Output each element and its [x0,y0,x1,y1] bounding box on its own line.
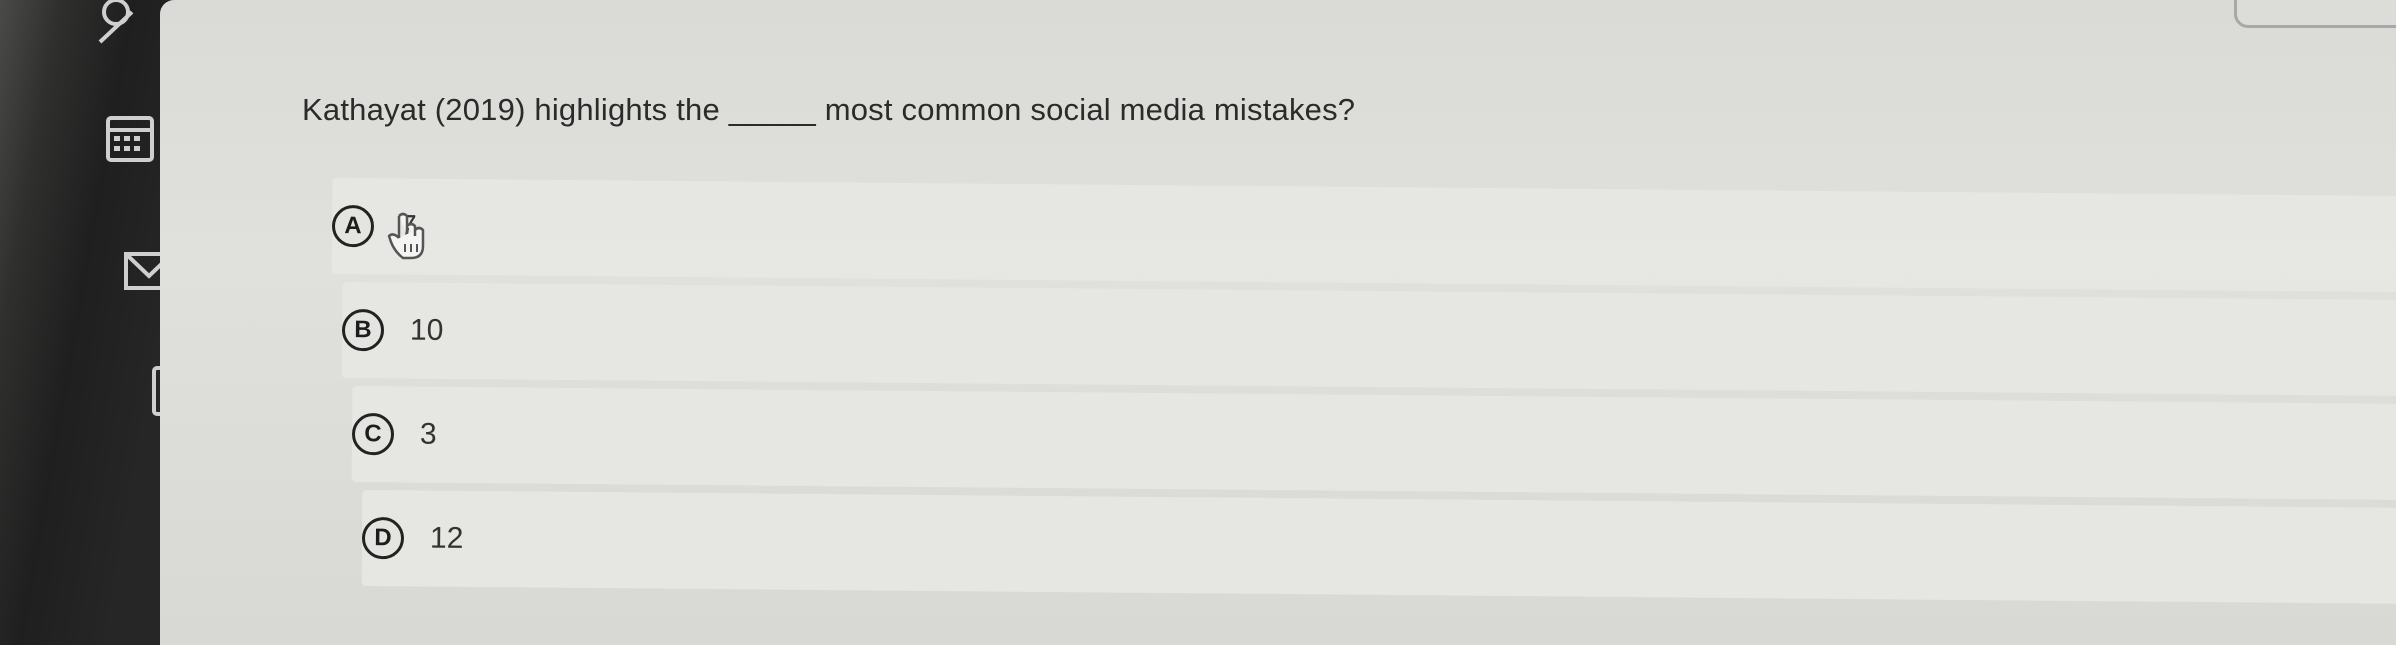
question-panel: Kathayat (2019) highlights the _____ mos… [160,0,2396,645]
top-right-button[interactable] [2234,0,2396,28]
screen: Kathayat (2019) highlights the _____ mos… [0,0,2396,645]
option-text: 12 [429,521,464,555]
option-letter: D [361,517,405,560]
calendar-icon[interactable] [102,110,158,166]
option-letter: A [331,205,375,248]
option-letter: C [351,413,395,456]
hand-cursor-icon [385,212,431,262]
option-a[interactable]: A 7 [331,178,2396,293]
option-b[interactable]: B 10 [341,282,2396,397]
option-text: 3 [419,417,437,451]
option-letter: B [341,309,385,352]
question-text: Kathayat (2019) highlights the _____ mos… [302,92,1356,127]
option-text: 10 [409,313,444,347]
option-d[interactable]: D 12 [361,490,2396,604]
option-c[interactable]: C 3 [351,386,2396,501]
user-icon[interactable] [92,0,148,48]
